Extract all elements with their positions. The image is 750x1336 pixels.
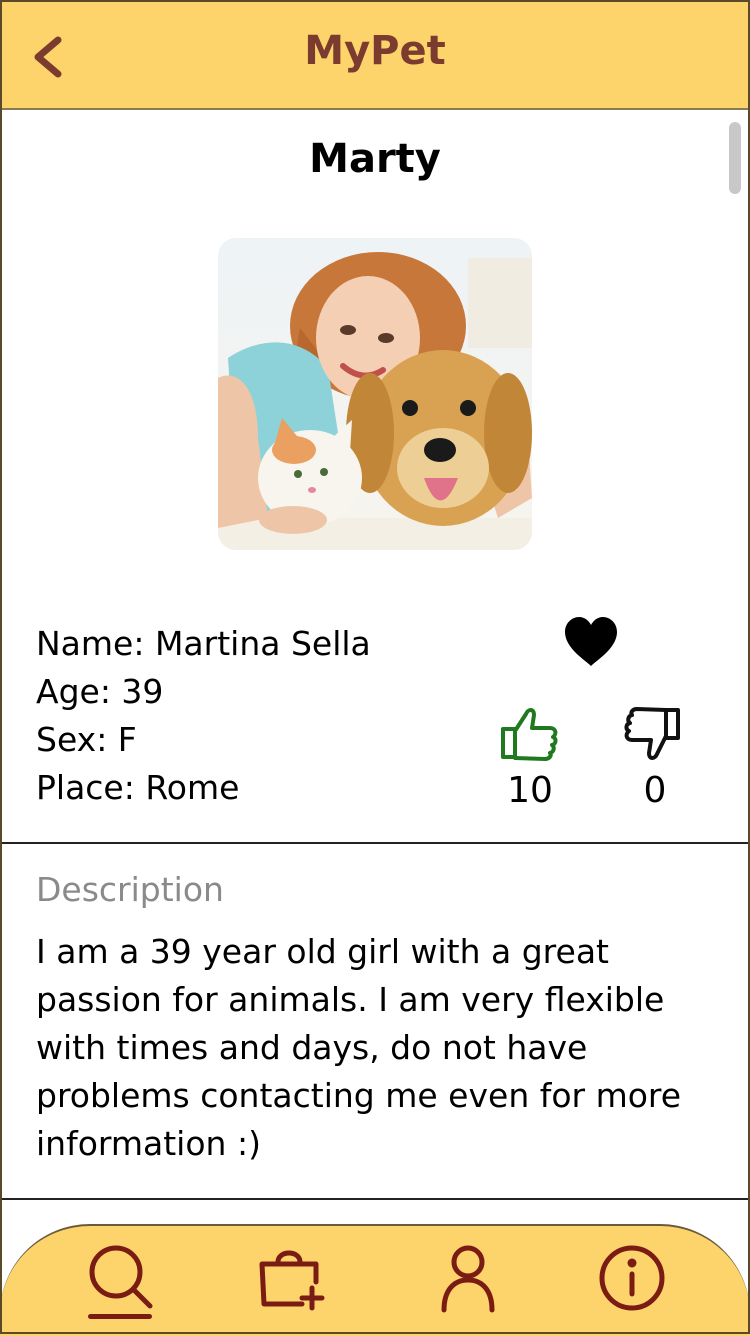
description-text: I am a 39 year old girl with a great pas… <box>36 932 682 1163</box>
profile-icon <box>441 1245 495 1313</box>
active-tab-indicator <box>88 1314 152 1319</box>
nav-info[interactable] <box>596 1242 668 1314</box>
nav-profile[interactable] <box>432 1242 504 1314</box>
app-title: MyPet <box>304 28 446 74</box>
favorite-button[interactable] <box>563 616 619 668</box>
description-label: Description <box>36 870 224 909</box>
like-button[interactable] <box>500 704 560 762</box>
divider <box>0 1198 750 1200</box>
profile-name: Name: Martina Sella <box>36 624 371 663</box>
heart-icon <box>565 617 617 666</box>
profile-details: Name: Martina Sella Age: 39 Sex: F Place… <box>36 620 371 812</box>
search-icon <box>89 1245 153 1309</box>
thumbs-up-icon <box>501 708 558 761</box>
divider <box>0 842 750 844</box>
likes-count: 10 <box>507 770 553 811</box>
profile-nickname: Marty <box>309 136 441 182</box>
nav-search[interactable] <box>84 1242 156 1314</box>
add-bag-icon <box>259 1250 325 1311</box>
profile-photo <box>218 238 532 550</box>
bottom-navigation <box>0 1224 750 1336</box>
profile-age: Age: 39 <box>36 672 164 711</box>
thumbs-down-icon <box>624 707 680 760</box>
dislike-button[interactable] <box>624 706 682 764</box>
info-icon <box>599 1245 665 1311</box>
app-header: MyPet <box>0 0 750 110</box>
dislikes-count: 0 <box>643 770 667 811</box>
profile-place: Place: Rome <box>36 768 240 807</box>
profile-sex: Sex: F <box>36 720 137 759</box>
nav-add-bag[interactable] <box>256 1242 328 1314</box>
